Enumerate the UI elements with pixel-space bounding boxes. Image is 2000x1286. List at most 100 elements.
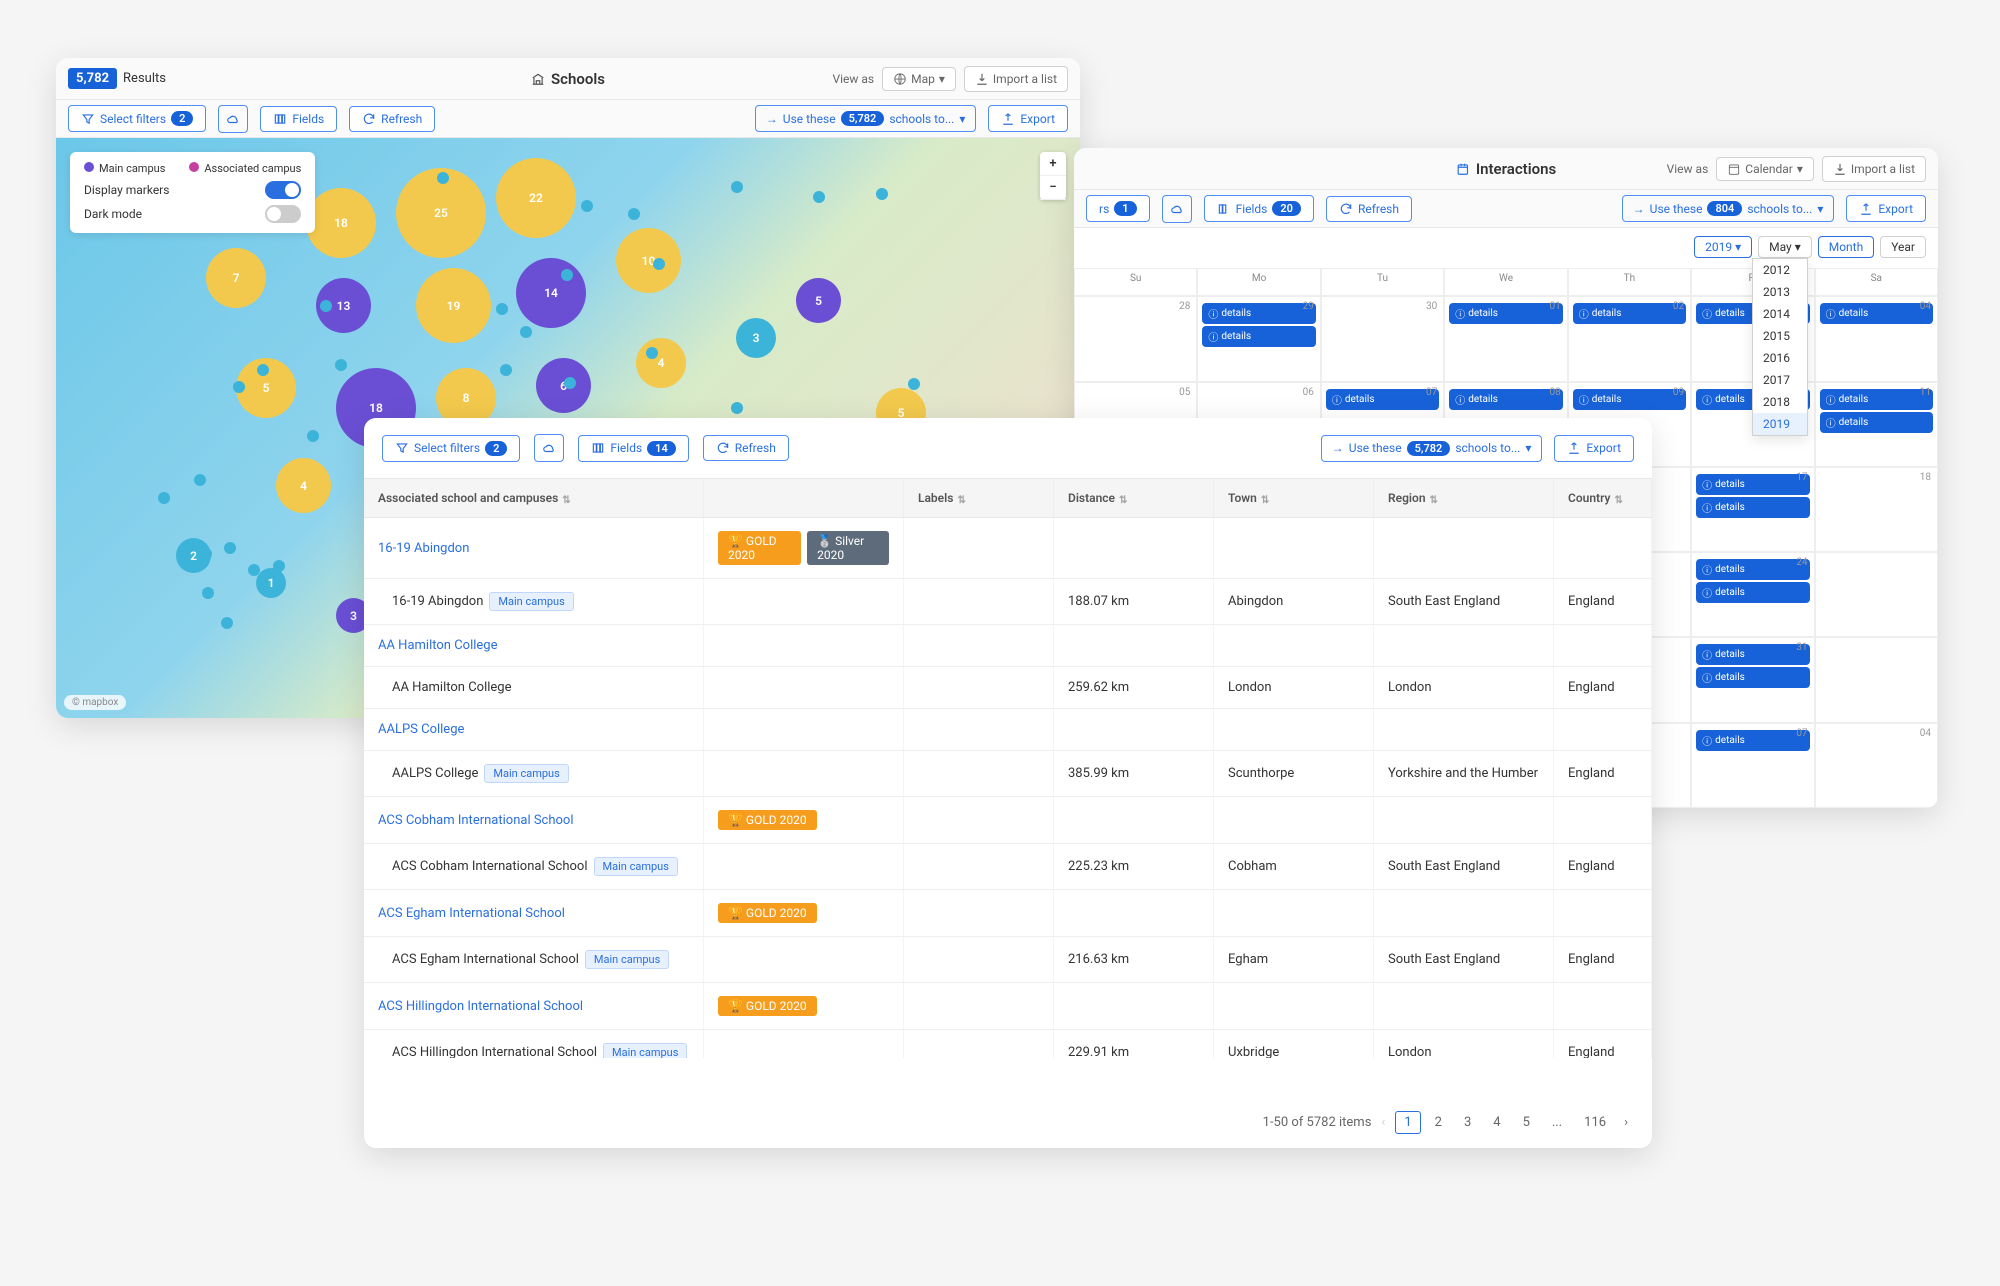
year-option[interactable]: 2013 — [1753, 281, 1807, 303]
map-dot[interactable] — [520, 326, 532, 338]
cal-export-button[interactable]: Export — [1846, 195, 1926, 222]
cal-import-button[interactable]: Import a list — [1822, 156, 1926, 182]
cal-fields-button[interactable]: Fields 20 — [1204, 195, 1314, 222]
map-dot[interactable] — [320, 300, 332, 312]
year-option[interactable]: 2012 — [1753, 259, 1807, 281]
event-chip[interactable]: ⓘ details — [1696, 559, 1809, 580]
tbl-refresh-button[interactable]: Refresh — [703, 435, 789, 461]
table-row[interactable]: ACS Cobham International School🏆 GOLD 20… — [364, 797, 1652, 844]
column-header[interactable]: Associated school and campuses — [364, 479, 704, 517]
table-row[interactable]: ACS Egham International School🏆 GOLD 202… — [364, 890, 1652, 937]
cal-use-these-button[interactable]: → Use these 804 schools to... ▾ — [1622, 195, 1835, 222]
map-dot[interactable] — [202, 587, 214, 599]
map-dot[interactable] — [437, 172, 449, 184]
table-row[interactable]: AALPS College — [364, 709, 1652, 751]
map-cluster[interactable]: 18 — [306, 188, 376, 258]
table-row[interactable]: ACS Cobham International SchoolMain camp… — [364, 844, 1652, 890]
calendar-cell[interactable]: 30 — [1321, 296, 1444, 381]
map-dot[interactable] — [335, 359, 347, 371]
month-select[interactable]: May ▾ — [1758, 236, 1812, 258]
table-row[interactable]: 16-19 Abingdon🏆 GOLD 2020🥈 Silver 2020 — [364, 518, 1652, 579]
event-chip[interactable]: ⓘ details — [1326, 389, 1439, 410]
calendar-cell[interactable]: 31ⓘ detailsⓘ details — [1691, 637, 1814, 722]
cal-cloud-button[interactable] — [1162, 195, 1192, 223]
page-number[interactable]: 4 — [1485, 1112, 1508, 1133]
select-filters-button[interactable]: Select filters 2 — [68, 105, 206, 132]
map-cluster[interactable]: 3 — [736, 318, 776, 358]
cal-filters-button[interactable]: rs1 — [1086, 195, 1150, 222]
map-cluster[interactable]: 10 — [616, 228, 681, 293]
calendar-cell[interactable]: 04 — [1815, 723, 1938, 808]
column-header[interactable]: Town — [1214, 479, 1374, 517]
calendar-cell[interactable]: 02ⓘ details — [1568, 296, 1691, 381]
calendar-cell[interactable]: 04ⓘ details — [1815, 296, 1938, 381]
year-option[interactable]: 2016 — [1753, 347, 1807, 369]
calendar-cell[interactable]: 17ⓘ detailsⓘ details — [1691, 467, 1814, 552]
event-chip[interactable]: ⓘ details — [1696, 644, 1809, 665]
event-chip[interactable]: ⓘ details — [1449, 389, 1562, 410]
map-dot[interactable] — [221, 617, 233, 629]
school-name[interactable]: AA Hamilton College — [378, 638, 497, 653]
year-option[interactable]: 2018 — [1753, 391, 1807, 413]
viewas-select[interactable]: Map ▾ — [882, 67, 956, 91]
school-name[interactable]: 16-19 Abingdon — [378, 541, 469, 556]
map-dot[interactable] — [248, 564, 260, 576]
table-row[interactable]: AALPS CollegeMain campus385.99 kmScuntho… — [364, 751, 1652, 797]
column-header[interactable]: Region — [1374, 479, 1554, 517]
fields-button[interactable]: Fields — [260, 106, 337, 132]
page-number[interactable]: 2 — [1427, 1112, 1450, 1133]
map-dot[interactable] — [194, 474, 206, 486]
tbl-fields-button[interactable]: Fields 14 — [578, 435, 688, 462]
column-header[interactable]: Country — [1554, 479, 1652, 517]
year-option[interactable]: 2014 — [1753, 303, 1807, 325]
export-button[interactable]: Export — [988, 105, 1068, 132]
map-dot[interactable] — [564, 377, 576, 389]
zoom-out-button[interactable]: − — [1040, 176, 1066, 200]
table-row[interactable]: AA Hamilton College — [364, 625, 1652, 667]
map-cluster[interactable]: 7 — [206, 248, 266, 308]
table-row[interactable]: 16-19 AbingdonMain campus188.07 kmAbingd… — [364, 579, 1652, 625]
map-dot[interactable] — [496, 303, 508, 315]
map-dot[interactable] — [500, 364, 512, 376]
page-number[interactable]: 116 — [1576, 1112, 1614, 1133]
map-dot[interactable] — [257, 364, 269, 376]
map-cluster[interactable]: 4 — [636, 338, 686, 388]
map-dot[interactable] — [813, 191, 825, 203]
display-markers-toggle[interactable] — [265, 181, 301, 199]
tbl-use-these-button[interactable]: → Use these 5,782 schools to... ▾ — [1321, 435, 1543, 462]
month-mode-button[interactable]: Month — [1818, 236, 1874, 258]
calendar-cell[interactable] — [1815, 552, 1938, 637]
map-dot[interactable] — [628, 208, 640, 220]
prev-page-button[interactable]: ‹ — [1381, 1115, 1385, 1130]
tbl-filters-button[interactable]: Select filters 2 — [382, 435, 520, 462]
map-dot[interactable] — [731, 181, 743, 193]
calendar-cell[interactable]: 24ⓘ detailsⓘ details — [1691, 552, 1814, 637]
school-name[interactable]: ACS Egham International School — [378, 906, 565, 921]
refresh-button[interactable]: Refresh — [349, 106, 435, 132]
column-header[interactable]: Distance — [1054, 479, 1214, 517]
event-chip[interactable]: ⓘ details — [1696, 667, 1809, 688]
event-chip[interactable]: ⓘ details — [1820, 412, 1933, 433]
event-chip[interactable]: ⓘ details — [1573, 303, 1686, 324]
page-number[interactable]: 1 — [1395, 1111, 1420, 1134]
map-dot[interactable] — [224, 542, 236, 554]
event-chip[interactable]: ⓘ details — [1202, 303, 1315, 324]
map-dot[interactable] — [273, 560, 285, 572]
tbl-cloud-button[interactable] — [534, 434, 564, 462]
calendar-cell[interactable]: 28 — [1074, 296, 1197, 381]
table-row[interactable]: ACS Hillingdon International SchoolMain … — [364, 1030, 1652, 1058]
map-cluster[interactable]: 19 — [416, 268, 491, 343]
table-row[interactable]: ACS Hillingdon International School🏆 GOL… — [364, 983, 1652, 1030]
map-dot[interactable] — [307, 430, 319, 442]
page-number[interactable]: ... — [1544, 1112, 1570, 1133]
year-option[interactable]: 2017 — [1753, 369, 1807, 391]
map-cluster[interactable]: 4 — [276, 458, 331, 513]
event-chip[interactable]: ⓘ details — [1573, 389, 1686, 410]
map-cluster[interactable]: 6 — [536, 358, 591, 413]
calendar-cell[interactable]: 01ⓘ details — [1444, 296, 1567, 381]
import-list-button[interactable]: Import a list — [964, 66, 1068, 92]
event-chip[interactable]: ⓘ details — [1696, 497, 1809, 518]
map-cluster[interactable]: 22 — [496, 158, 576, 238]
school-name[interactable]: ACS Hillingdon International School — [378, 999, 583, 1014]
calendar-cell[interactable]: 18 — [1815, 467, 1938, 552]
